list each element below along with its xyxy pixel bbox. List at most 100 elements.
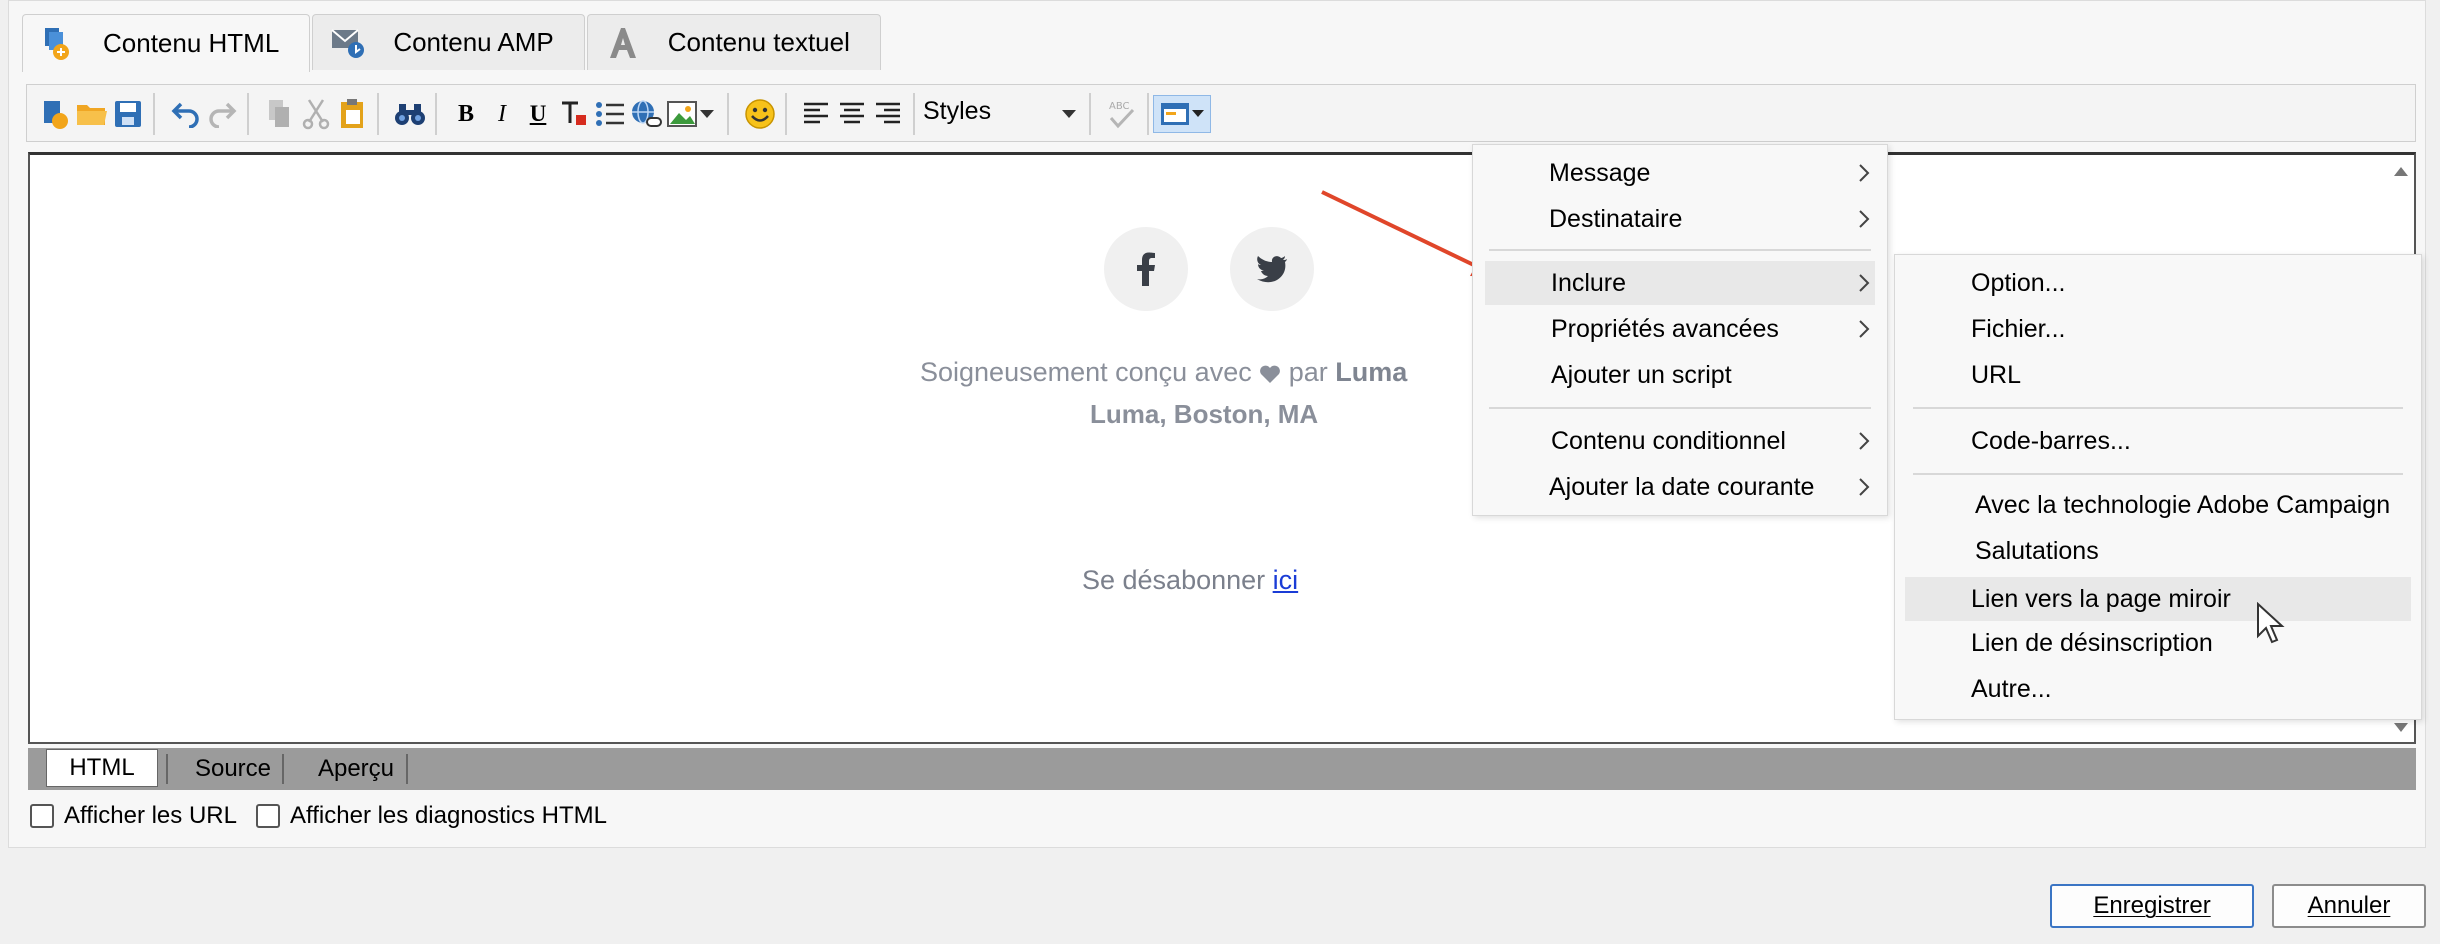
submenu-item-code-barres[interactable]: Code-barres...: [1895, 419, 2421, 463]
styles-label: Styles: [923, 97, 992, 125]
unsubscribe-text: Se désabonner: [1082, 565, 1273, 595]
svg-text:ABC: ABC: [1109, 101, 1130, 112]
submenu-item-autre[interactable]: Autre...: [1895, 667, 2421, 711]
editor-view-tabs: HTML Source Aperçu: [28, 748, 2416, 790]
new-document-icon[interactable]: [37, 95, 75, 133]
twitter-icon[interactable]: [1230, 227, 1314, 311]
menu-item-label: Option...: [1971, 268, 2066, 297]
view-tab-label: Aperçu: [317, 755, 395, 782]
html-content-icon: [39, 25, 77, 63]
submenu-item-salutations[interactable]: Salutations: [1895, 529, 2421, 573]
footer-par: par: [1281, 357, 1336, 387]
bold-icon[interactable]: B: [447, 95, 485, 133]
menu-item-label: Message: [1549, 158, 1651, 187]
checkbox-box[interactable]: [30, 804, 54, 828]
tab-source-view[interactable]: Source: [166, 750, 300, 788]
view-tab-label: HTML: [69, 754, 135, 781]
menu-item-label: Ajouter la date courante: [1549, 472, 1815, 501]
emoticon-icon[interactable]: [741, 95, 779, 133]
menu-item-label: Destinataire: [1549, 204, 1683, 233]
text-color-icon[interactable]: [555, 95, 593, 133]
show-diagnostics-checkbox[interactable]: Afficher les diagnostics HTML: [256, 802, 607, 830]
menu-item-label: Inclure: [1551, 268, 1627, 297]
chevron-right-icon: [1859, 164, 1870, 182]
submenu-item-desinscription[interactable]: Lien de désinscription: [1895, 621, 2421, 665]
undo-icon[interactable]: [167, 95, 205, 133]
formatting-toolbar: B I U Styles ABC: [26, 84, 2416, 142]
menu-item-label: Lien vers la page miroir: [1971, 584, 2231, 613]
menu-item-destinataire[interactable]: Destinataire: [1473, 197, 1887, 241]
checkbox-label: Afficher les URL: [64, 802, 237, 829]
styles-chevron-down-icon[interactable]: [1057, 95, 1081, 133]
content-tabs: Contenu HTML Contenu AMP Contenu textuel: [22, 14, 883, 72]
unsubscribe-line: Se désabonner ici: [1082, 565, 1298, 596]
submenu-item-adobe-campaign[interactable]: Avec la technologie Adobe Campaign: [1895, 483, 2421, 527]
find-binoculars-icon[interactable]: [391, 95, 429, 133]
menu-item-label: Autre...: [1971, 674, 2052, 703]
button-label: Annuler: [2307, 892, 2391, 919]
scroll-down-icon[interactable]: [2394, 723, 2408, 732]
personalization-menu-button[interactable]: [1153, 95, 1211, 133]
facebook-icon[interactable]: [1104, 227, 1188, 311]
redo-icon[interactable]: [203, 95, 241, 133]
footer-text: Soigneusement conçu avec: [920, 357, 1252, 387]
tab-text-content[interactable]: Contenu textuel: [586, 14, 881, 70]
menu-item-label: Ajouter un script: [1551, 360, 1732, 389]
mouse-cursor-icon: [2257, 602, 2285, 644]
cancel-button[interactable]: Annuler: [2272, 884, 2426, 928]
bulleted-list-icon[interactable]: [591, 95, 629, 133]
menu-item-contenu-conditionnel[interactable]: Contenu conditionnel: [1473, 419, 1887, 463]
styles-dropdown[interactable]: Styles: [923, 97, 991, 126]
tab-amp-content[interactable]: Contenu AMP: [312, 14, 585, 70]
chevron-right-icon: [1859, 432, 1870, 450]
include-submenu: Option... Fichier... URL Code-barres... …: [1894, 254, 2422, 720]
footer-brand: Luma: [1335, 357, 1408, 387]
chevron-right-icon: [1859, 478, 1870, 496]
align-center-icon[interactable]: [833, 95, 871, 133]
personalization-menu: Message Destinataire Inclure Propriétés …: [1472, 144, 1888, 516]
align-left-icon[interactable]: [797, 95, 835, 133]
save-icon[interactable]: [109, 95, 147, 133]
menu-item-label: Salutations: [1975, 536, 2099, 565]
show-urls-checkbox[interactable]: Afficher les URL: [30, 802, 237, 830]
underline-icon[interactable]: U: [519, 95, 557, 133]
save-button[interactable]: Enregistrer: [2050, 884, 2254, 928]
heart-icon: [1260, 365, 1281, 383]
chevron-right-icon: [1859, 210, 1870, 228]
menu-item-label: Contenu conditionnel: [1551, 426, 1786, 455]
tab-html-view[interactable]: HTML: [46, 749, 158, 787]
submenu-item-fichier[interactable]: Fichier...: [1895, 307, 2421, 351]
cut-icon[interactable]: [297, 95, 335, 133]
menu-item-date-courante[interactable]: Ajouter la date courante: [1473, 465, 1887, 509]
align-right-icon[interactable]: [869, 95, 907, 133]
spellcheck-icon[interactable]: ABC: [1103, 95, 1141, 133]
menu-item-message[interactable]: Message: [1473, 151, 1887, 195]
submenu-item-option[interactable]: Option...: [1895, 261, 2421, 305]
footer-address: Luma, Boston, MA: [1090, 399, 1319, 429]
tab-html-content[interactable]: Contenu HTML: [22, 14, 311, 72]
unsubscribe-link[interactable]: ici: [1273, 565, 1299, 595]
menu-item-proprietes-avancees[interactable]: Propriétés avancées: [1473, 307, 1887, 351]
menu-item-inclure[interactable]: Inclure: [1485, 261, 1875, 305]
menu-item-label: Lien de désinscription: [1971, 628, 2213, 657]
copy-icon[interactable]: [261, 95, 299, 133]
menu-item-ajouter-script[interactable]: Ajouter un script: [1473, 353, 1887, 397]
paste-icon[interactable]: [333, 95, 371, 133]
menu-item-label: Avec la technologie Adobe Campaign: [1975, 490, 2391, 519]
button-label: Enregistrer: [2093, 892, 2211, 919]
footer-credit: Soigneusement conçu avec par Luma: [920, 357, 1407, 388]
chevron-down-icon: [1192, 110, 1204, 117]
chevron-right-icon: [1859, 274, 1870, 292]
image-dropdown-chevron-down-icon[interactable]: [695, 95, 719, 133]
hyperlink-globe-icon[interactable]: [627, 95, 665, 133]
menu-item-label: URL: [1971, 360, 2022, 389]
menu-item-label: Fichier...: [1971, 314, 2066, 343]
submenu-item-page-miroir[interactable]: Lien vers la page miroir: [1905, 577, 2411, 621]
menu-item-label: Code-barres...: [1971, 426, 2131, 455]
italic-icon[interactable]: I: [483, 95, 521, 133]
submenu-item-url[interactable]: URL: [1895, 353, 2421, 397]
chevron-right-icon: [1859, 320, 1870, 338]
scroll-up-icon[interactable]: [2394, 167, 2408, 176]
open-folder-icon[interactable]: [73, 95, 111, 133]
checkbox-box[interactable]: [256, 804, 280, 828]
